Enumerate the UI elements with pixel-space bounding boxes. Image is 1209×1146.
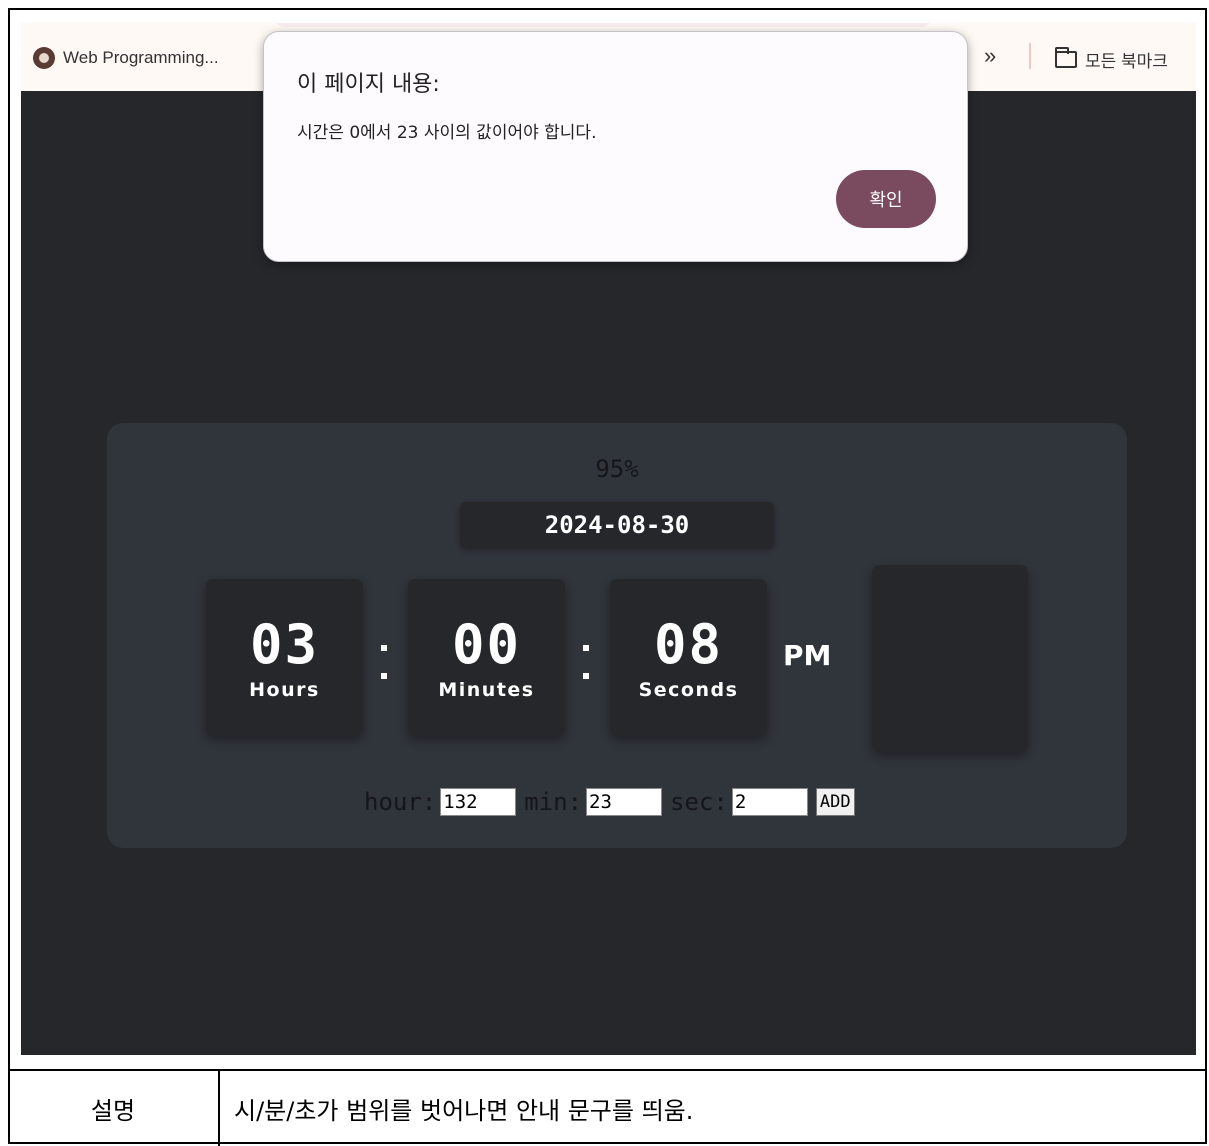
seconds-value: 08	[653, 613, 724, 676]
min-input[interactable]	[586, 788, 663, 816]
hours-tile: 03 Hours	[206, 579, 363, 736]
dialog-shadow-edge	[273, 23, 933, 27]
dialog-message: 시간은 0에서 23 사이의 값이어야 합니다.	[297, 123, 597, 143]
progress-percent: 95%	[595, 455, 639, 483]
side-panel	[872, 565, 1028, 752]
chevron-double-right-icon[interactable]: »	[984, 43, 996, 69]
caption-text: 시/분/초가 범위를 벗어나면 안내 문구를 띄움.	[234, 1097, 694, 1125]
all-bookmarks-label: 모든 북마크	[1085, 52, 1168, 71]
add-button[interactable]: ADD	[815, 788, 855, 816]
minutes-value: 00	[451, 613, 522, 676]
hours-value: 03	[249, 613, 320, 676]
site-logo-icon	[33, 47, 55, 69]
browser-screenshot: Web Programming... » 모든 북마크 이 페이지 내용: 시간…	[21, 23, 1196, 1055]
hour-input[interactable]	[440, 788, 517, 816]
seconds-label: Seconds	[638, 679, 739, 701]
bookmark-web-programming[interactable]: Web Programming...	[33, 47, 219, 69]
all-bookmarks-button[interactable]: 모든 북마크	[1055, 47, 1168, 72]
hours-label: Hours	[249, 679, 320, 701]
seconds-tile: 08 Seconds	[610, 579, 767, 736]
bookmark-separator	[1029, 43, 1031, 69]
sec-input[interactable]	[731, 788, 808, 816]
minutes-tile: 00 Minutes	[408, 579, 565, 736]
table-column-divider	[218, 1069, 220, 1146]
caption-label: 설명	[90, 1097, 136, 1125]
dialog-ok-button[interactable]: 확인	[836, 170, 936, 228]
date-display: 2024-08-30	[460, 502, 774, 548]
minutes-label: Minutes	[438, 679, 535, 701]
clock-card: 95% 2024-08-30 03 Hours 00 Minutes 08 Se…	[107, 423, 1127, 848]
ampm-indicator: PM	[783, 639, 832, 672]
folder-icon	[1055, 47, 1077, 68]
min-label: min:	[524, 788, 583, 816]
alert-dialog: 이 페이지 내용: 시간은 0에서 23 사이의 값이어야 합니다. 확인	[263, 31, 968, 262]
dialog-title: 이 페이지 내용:	[297, 72, 440, 97]
hour-label: hour:	[364, 788, 437, 816]
time-controls: hour: min: sec: ADD	[364, 787, 855, 817]
sec-label: sec:	[670, 788, 728, 816]
bookmark-label: Web Programming...	[63, 48, 219, 67]
